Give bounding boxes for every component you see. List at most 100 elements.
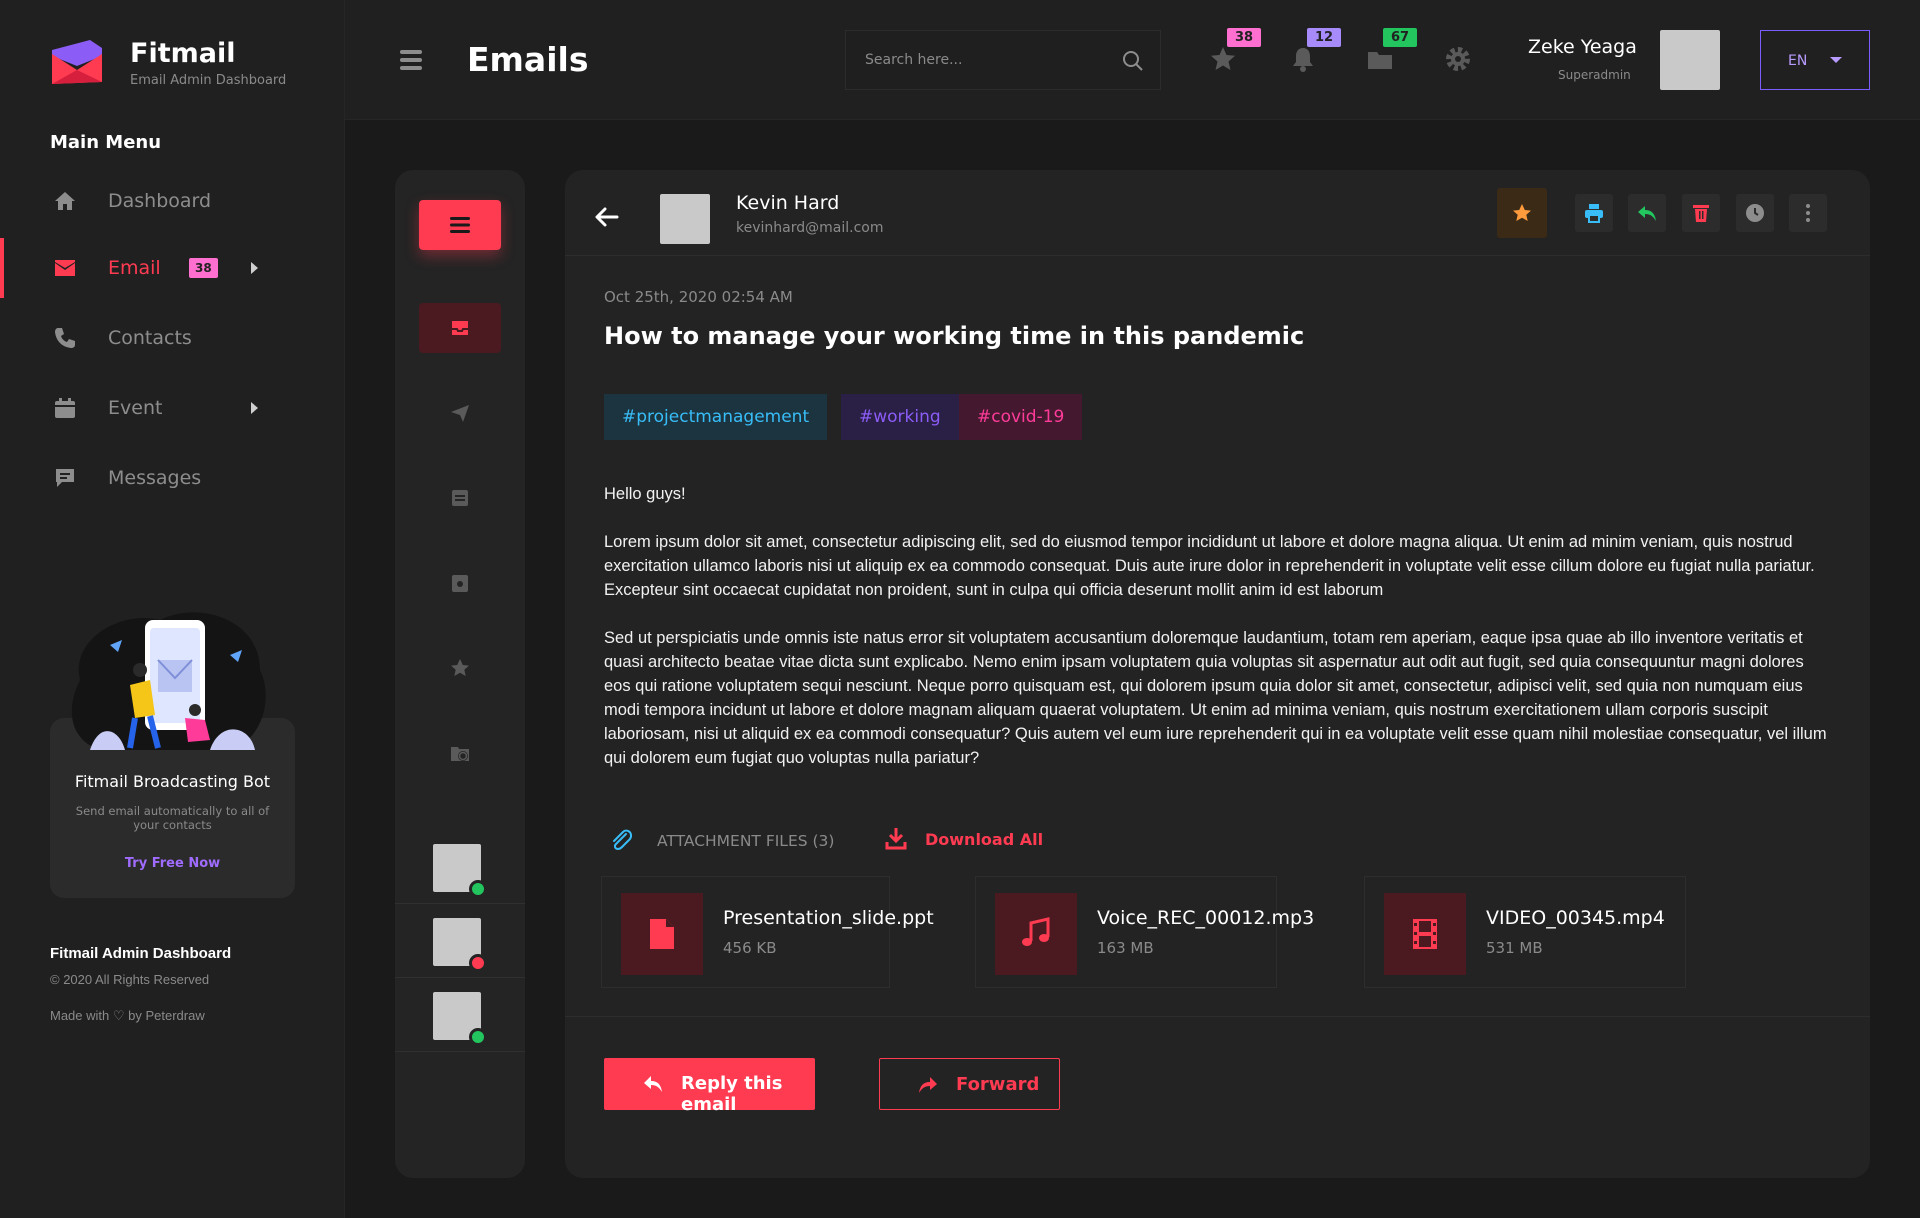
reply-icon [644,1076,662,1092]
online-status-dot [469,1028,487,1046]
tag-chip[interactable]: #projectmanagement [604,394,828,440]
download-icon[interactable] [885,826,907,850]
sidebar-item-contacts[interactable]: Contacts [0,313,345,363]
music-icon [995,893,1077,975]
menu-toggle-icon[interactable] [400,48,422,72]
reply-button[interactable] [1628,194,1666,232]
email-subject: How to manage your working time in this … [604,322,1305,350]
back-arrow-icon[interactable] [593,206,619,228]
send-icon [451,405,469,422]
star-button[interactable] [1497,188,1547,238]
delete-button[interactable] [1682,194,1720,232]
language-value: EN [1788,53,1808,69]
trash-icon [1693,205,1709,222]
promo-description: Send email automatically to all of your … [75,804,270,832]
reply-email-button[interactable]: Reply this email [604,1058,815,1115]
logo-icon [52,40,102,84]
favorites-badge: 38 [1227,28,1262,47]
star-icon[interactable] [1208,44,1238,74]
promo-title: Fitmail Broadcasting Bot [74,772,271,791]
gear-icon[interactable] [1443,44,1473,74]
email-paragraph: Lorem ipsum dolor sit amet, consectetur … [604,533,1815,599]
archive-icon [452,575,468,592]
notifications-badge: 12 [1307,28,1342,47]
rail-contact[interactable] [395,904,525,978]
sidebar-item-label: Contacts [108,327,192,349]
email-greeting: Hello guys! [604,485,686,503]
attachment-file[interactable]: VIDEO_00345.mp4 531 MB [1364,876,1686,988]
try-free-link[interactable]: Try Free Now [50,856,295,871]
search-placeholder: Search here... [865,52,963,68]
menu-heading: Main Menu [50,132,162,153]
sidebar-item-label: Event [108,397,163,419]
sidebar-item-label: Dashboard [108,190,212,212]
rail-archive[interactable] [419,558,501,608]
rail-contact[interactable] [395,978,525,1052]
attachment-name: Presentation_slide.ppt [723,907,934,929]
chevron-right-icon [251,402,258,414]
forward-button[interactable]: Forward [879,1058,1060,1110]
brand-title: Fitmail [130,38,236,69]
snooze-button[interactable] [1736,194,1774,232]
rail-starred[interactable] [419,643,501,693]
chevron-right-icon [251,262,258,274]
print-button[interactable] [1575,194,1613,232]
download-all-link[interactable]: Download All [925,830,1043,849]
attachment-name: Voice_REC_00012.mp3 [1097,907,1315,929]
folder-icon[interactable] [1365,44,1395,74]
divider [565,1016,1870,1017]
rail-inbox[interactable] [419,303,501,353]
online-status-dot [469,880,487,898]
footer-credits: Made with ♡ by Peterdraw [50,1008,205,1023]
sidebar-item-email[interactable]: Email 38 [0,238,345,298]
rail-menu-button[interactable] [419,200,501,250]
folders-badge: 67 [1383,28,1418,47]
inbox-icon [452,321,468,335]
sender-email: kevinhard@mail.com [736,220,884,236]
rail-drafts[interactable] [419,473,501,523]
attachment-file[interactable]: Presentation_slide.ppt 456 KB [601,876,934,988]
attachment-size: 531 MB [1486,939,1543,957]
more-options-button[interactable] [1789,194,1827,232]
clock-icon [1746,204,1764,222]
chevron-down-icon [1830,57,1842,63]
language-select[interactable]: EN [1760,30,1870,90]
star-icon [451,659,469,676]
rail-scheduled[interactable] [419,728,501,778]
sidebar-item-label: Email [108,257,161,279]
sidebar-item-messages[interactable]: Messages [0,453,345,503]
attachment-file[interactable]: Voice_REC_00012.mp3 163 MB [975,876,1314,988]
phone-icon [52,325,78,351]
sidebar: Fitmail Email Admin Dashboard Main Menu … [0,0,345,1218]
email-date: Oct 25th, 2020 02:54 AM [604,288,793,306]
sidebar-item-event[interactable]: Event [0,383,345,433]
search-icon[interactable] [1122,50,1144,72]
rail-sent[interactable] [419,388,501,438]
tag-chip[interactable]: #working [841,394,959,440]
file-icon [621,893,703,975]
sidebar-item-dashboard[interactable]: Dashboard [0,176,345,226]
reply-icon [1638,206,1656,221]
bell-icon[interactable] [1288,44,1318,74]
brand-logo[interactable]: Fitmail Email Admin Dashboard [50,36,286,88]
forward-label: Forward [956,1074,1040,1095]
page-title: Emails [467,40,589,79]
busy-status-dot [469,954,487,972]
mail-folder-rail [395,170,525,1178]
more-vertical-icon [1806,204,1810,222]
attachment-name: VIDEO_00345.mp4 [1486,907,1665,929]
draft-icon [452,490,468,506]
chat-icon [52,465,78,491]
user-name: Zeke Yeaga [1528,36,1637,58]
menu-icon [450,217,470,233]
avatar[interactable] [660,194,710,244]
search-input[interactable]: Search here... [845,30,1161,90]
rail-contact[interactable] [395,830,525,904]
email-paragraph: Sed ut perspiciatis unde omnis iste natu… [604,629,1827,767]
forward-icon [919,1077,937,1093]
email-header: Kevin Hard kevinhard@mail.com [565,170,1870,256]
tag-chip[interactable]: #covid-19 [959,394,1083,440]
user-role: Superadmin [1558,68,1631,82]
avatar[interactable] [1660,30,1720,90]
footer-title: Fitmail Admin Dashboard [50,945,232,962]
